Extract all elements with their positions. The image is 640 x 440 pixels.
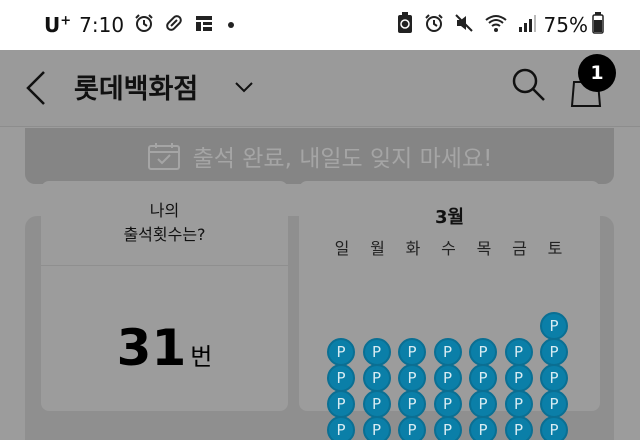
- attendance-stamp: P: [504, 416, 533, 440]
- weekday-label: 수: [441, 239, 456, 258]
- grid-app-icon: [194, 13, 214, 37]
- attendance-stamp: P: [398, 390, 426, 418]
- attendance-stamp: P: [433, 364, 462, 392]
- status-time: 7:10: [79, 13, 125, 37]
- attendance-stamp: P: [504, 390, 533, 418]
- more-notifications-dot: [228, 22, 235, 28]
- alarm-icon-right: [424, 13, 444, 37]
- back-arrow-icon: [26, 71, 45, 105]
- attendance-stamp: P: [327, 416, 355, 440]
- weekday-label: 토: [547, 239, 563, 258]
- recycle-battery-icon: [396, 12, 414, 38]
- attendance-stamp: P: [433, 390, 462, 418]
- back-button[interactable]: [22, 68, 52, 108]
- attendance-stamp: P: [362, 390, 391, 418]
- screen: U+ 7:10 75% 롯데백화점 1 출석 완료, 내일도 잊지 마세요! 나…: [0, 0, 640, 440]
- battery-percent: 75%: [543, 13, 588, 37]
- attendance-stamp: P: [504, 338, 533, 366]
- attendance-stamp: P: [540, 390, 568, 418]
- search-button[interactable]: [510, 66, 548, 104]
- pill-icon: [164, 13, 184, 37]
- attendance-stamp: P: [398, 364, 426, 392]
- attendance-stamp: P: [433, 416, 462, 440]
- question-line-1: 나의: [149, 201, 180, 220]
- attendance-stamp: P: [469, 364, 497, 392]
- search-icon: [512, 68, 545, 101]
- attendance-question: 나의 출석횟수는?: [41, 199, 288, 247]
- weekday-label: 월: [370, 239, 385, 258]
- signal-icon: [518, 13, 536, 37]
- attendance-stamp: P: [504, 364, 533, 392]
- count-unit: 번: [190, 343, 213, 371]
- calendar-check-icon: [147, 143, 180, 170]
- attendance-stamp: P: [362, 338, 391, 366]
- attendance-complete-banner: 출석 완료, 내일도 잊지 마세요!: [25, 128, 614, 184]
- attendance-stamp: P: [398, 416, 426, 440]
- weekday-header: 일월화수목금토: [327, 235, 591, 261]
- attendance-stamp: P: [540, 416, 568, 440]
- carrier-sup: +: [60, 13, 72, 29]
- status-left: U+ 7:10: [44, 13, 235, 37]
- attendance-count-card: 나의 출석횟수는? 31 번: [41, 181, 288, 411]
- store-title[interactable]: 롯데백화점: [74, 67, 198, 106]
- attendance-stamp: P: [327, 390, 355, 418]
- carrier-text: U: [44, 13, 61, 37]
- weekday-label: 금: [512, 239, 527, 258]
- attendance-stamp: P: [540, 364, 568, 392]
- attendance-stamp: P: [327, 338, 355, 366]
- alarm-icon: [134, 13, 154, 37]
- app-header: 롯데백화점 1: [0, 50, 640, 127]
- divider: [41, 265, 288, 266]
- attendance-stamp: P: [469, 390, 497, 418]
- attendance-stamp: P: [362, 364, 391, 392]
- mute-icon: [454, 13, 474, 37]
- chevron-down-icon[interactable]: [233, 76, 255, 98]
- question-line-2: 출석횟수는?: [123, 225, 206, 244]
- attendance-stamp: P: [540, 338, 568, 366]
- attendance-stamp: P: [540, 312, 568, 340]
- calendar-month: 3월: [434, 207, 465, 228]
- wifi-icon: [484, 13, 508, 37]
- attendance-stamp: P: [327, 364, 355, 392]
- attendance-calendar-card: 3월 일월화수목금토 PPPPPPPPPPPPPPPPPPPPPPPPPPPPP: [299, 181, 600, 440]
- weekday-label: 목: [476, 239, 492, 258]
- attendance-stamp: P: [469, 338, 497, 366]
- weekday-label: 일: [334, 239, 350, 258]
- status-bar: U+ 7:10 75%: [0, 0, 640, 50]
- cart-count-badge: 1: [578, 54, 616, 92]
- status-right: 75%: [386, 12, 604, 38]
- battery-icon: [592, 12, 604, 38]
- weekday-label: 화: [405, 239, 421, 258]
- attendance-stamp: P: [398, 338, 426, 366]
- count-number: 31: [116, 319, 187, 377]
- banner-text: 출석 완료, 내일도 잊지 마세요!: [192, 146, 493, 172]
- attendance-stamp: P: [469, 416, 497, 440]
- attendance-stamp: P: [433, 338, 462, 366]
- carrier-label: U+: [44, 13, 71, 37]
- attendance-stamp: P: [362, 416, 391, 440]
- attendance-count: 31 번: [41, 319, 288, 377]
